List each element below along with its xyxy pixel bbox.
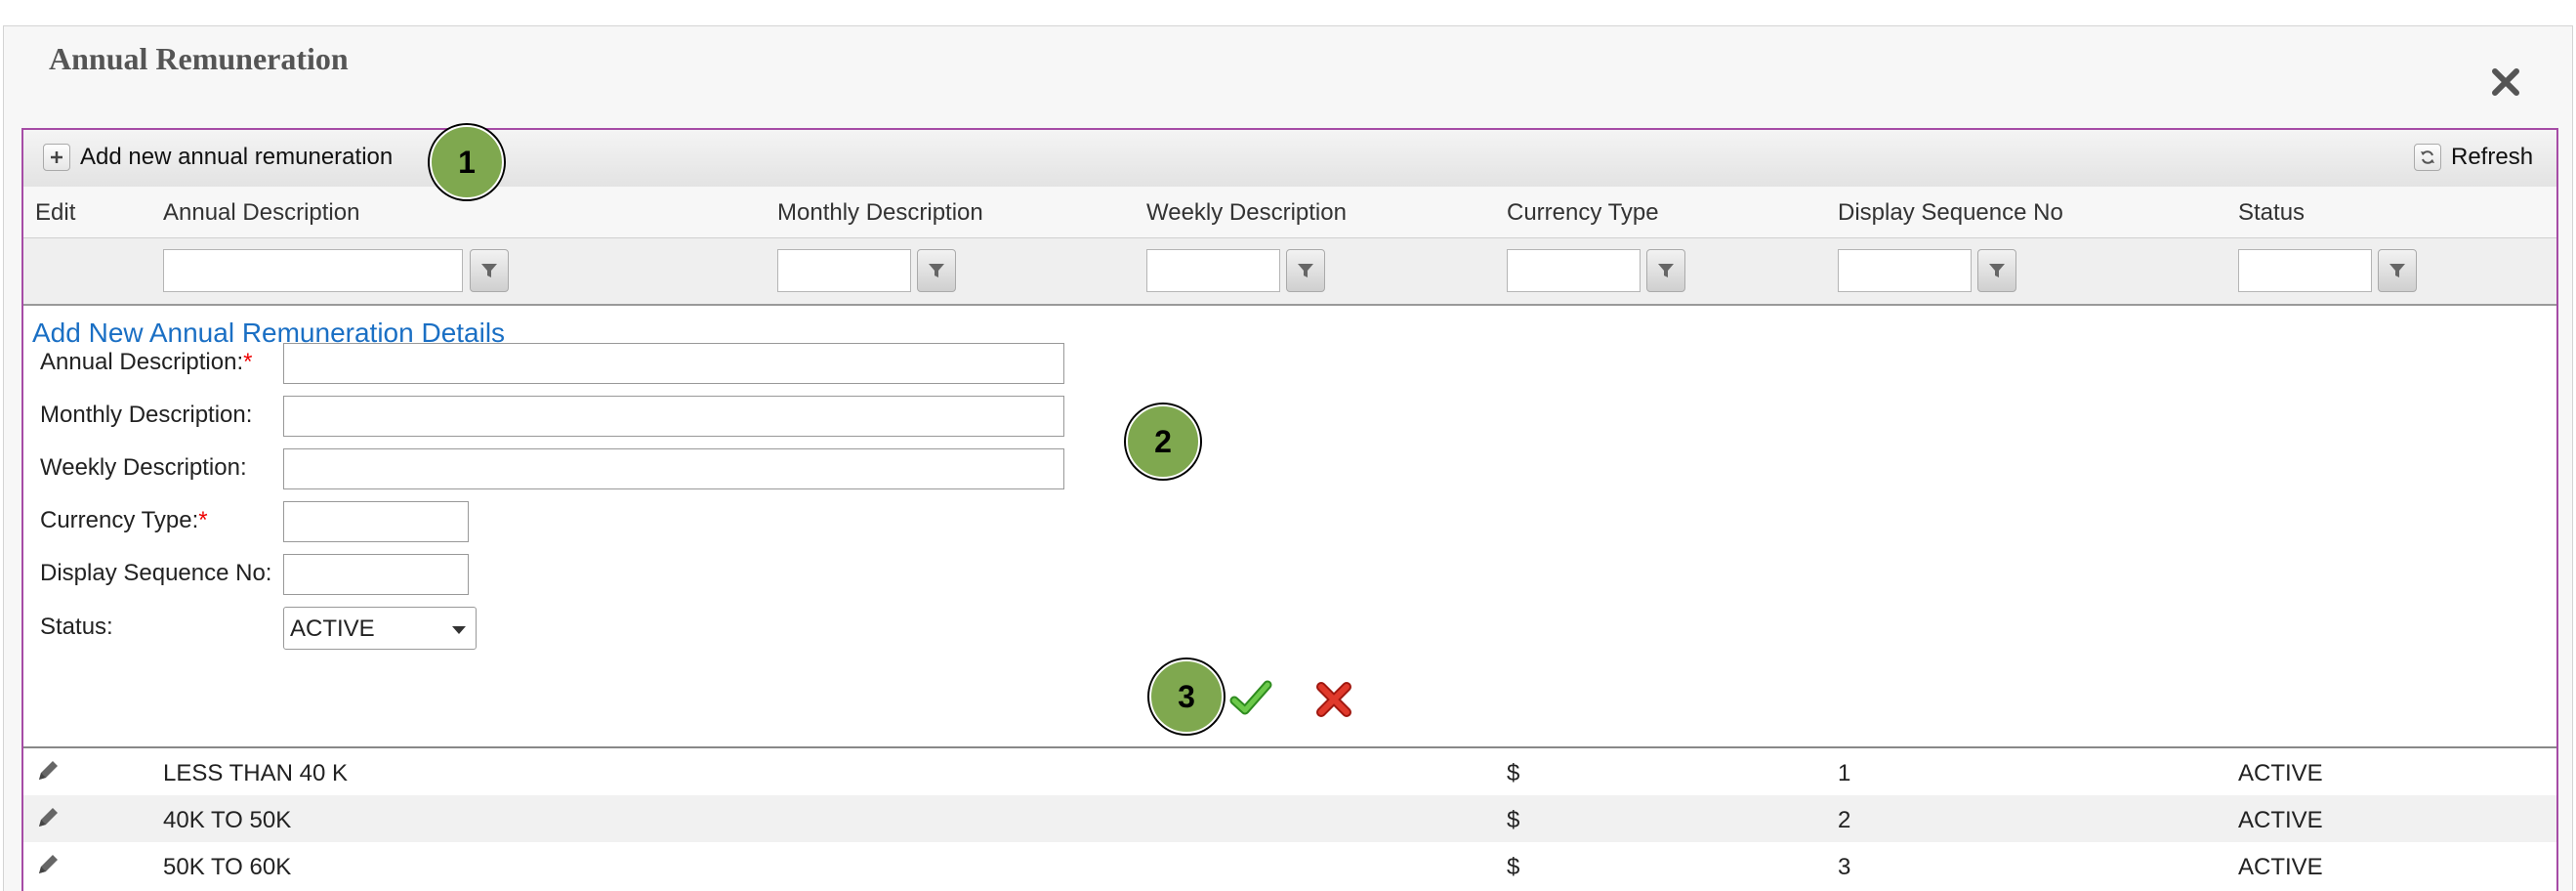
- required-mark: *: [198, 507, 208, 533]
- status-cell: ACTIVE: [2238, 760, 2323, 786]
- filter-icon: [1989, 264, 2005, 277]
- weekly-description-input[interactable]: [283, 448, 1064, 489]
- filter-icon: [929, 264, 944, 277]
- refresh-label: Refresh: [2451, 144, 2534, 170]
- column-header-currency-type[interactable]: Currency Type: [1507, 199, 1659, 227]
- monthly-description-filter-input[interactable]: [777, 249, 911, 292]
- annotation-badge-1: 1: [430, 125, 504, 199]
- annual-description-label: Annual Description:*: [40, 349, 253, 375]
- column-header-annual-description[interactable]: Annual Description: [163, 199, 359, 227]
- status-filter-button[interactable]: [2378, 249, 2417, 292]
- monthly-description-input[interactable]: [283, 396, 1064, 437]
- status-selected-value: ACTIVE: [290, 615, 375, 642]
- filter-icon: [481, 264, 497, 277]
- table-row[interactable]: LESS THAN 40 K $ 1 ACTIVE: [23, 748, 2556, 795]
- annual-description-cell: 40K TO 50K: [163, 807, 292, 833]
- currency-type-input[interactable]: [283, 501, 469, 542]
- currency-type-filter-button[interactable]: [1646, 249, 1685, 292]
- annual-description-cell: LESS THAN 40 K: [163, 760, 348, 786]
- refresh-icon: [2414, 144, 2441, 171]
- annotation-badge-3: 3: [1149, 659, 1224, 734]
- display-sequence-input[interactable]: [283, 554, 469, 595]
- display-sequence-cell: 2: [1838, 807, 1851, 833]
- chevron-down-icon: [452, 626, 466, 634]
- edit-pencil-icon[interactable]: [35, 758, 61, 790]
- edit-pencil-icon[interactable]: [35, 805, 61, 837]
- dialog-title: Annual Remuneration: [49, 41, 349, 76]
- filter-icon: [1298, 264, 1313, 277]
- refresh-button[interactable]: Refresh: [2414, 144, 2533, 171]
- filter-icon: [1658, 264, 1674, 277]
- status-cell: ACTIVE: [2238, 854, 2323, 880]
- column-header-edit[interactable]: Edit: [35, 199, 75, 227]
- column-header-status[interactable]: Status: [2238, 199, 2305, 227]
- close-icon[interactable]: [2486, 63, 2525, 102]
- currency-type-cell: $: [1507, 854, 1520, 880]
- display-sequence-filter-button[interactable]: [1977, 249, 2016, 292]
- add-new-label: Add new annual remuneration: [80, 144, 394, 170]
- plus-icon: [43, 144, 70, 171]
- currency-type-filter-input[interactable]: [1507, 249, 1641, 292]
- display-sequence-cell: 3: [1838, 854, 1851, 880]
- table-row[interactable]: 40K TO 50K $ 2 ACTIVE: [23, 795, 2556, 842]
- column-header-row: Edit Annual Description Monthly Descript…: [23, 187, 2556, 238]
- table-row[interactable]: 50K TO 60K $ 3 ACTIVE: [23, 842, 2556, 889]
- grid-toolbar: Add new annual remuneration Refresh: [23, 130, 2556, 188]
- weekly-description-filter-button[interactable]: [1286, 249, 1325, 292]
- checkmark-icon: [1229, 680, 1272, 715]
- save-button[interactable]: [1229, 679, 1272, 723]
- display-sequence-label: Display Sequence No:: [40, 560, 272, 586]
- column-header-monthly-description[interactable]: Monthly Description: [777, 199, 983, 227]
- annual-description-filter-input[interactable]: [163, 249, 463, 292]
- edit-pencil-icon[interactable]: [35, 852, 61, 884]
- cancel-button[interactable]: [1315, 681, 1352, 723]
- status-select[interactable]: ACTIVE: [283, 607, 477, 650]
- add-form-panel: Add New Annual Remuneration Details Annu…: [23, 306, 2556, 748]
- status-label: Status:: [40, 614, 113, 640]
- annual-description-cell: 50K TO 60K: [163, 854, 292, 880]
- required-mark: *: [243, 349, 253, 375]
- currency-type-cell: $: [1507, 807, 1520, 833]
- column-header-display-sequence-no[interactable]: Display Sequence No: [1838, 199, 2063, 227]
- weekly-description-label: Weekly Description:: [40, 454, 247, 481]
- status-cell: ACTIVE: [2238, 807, 2323, 833]
- add-new-annual-remuneration-button[interactable]: Add new annual remuneration: [43, 144, 393, 171]
- filter-icon: [2389, 264, 2405, 277]
- currency-type-cell: $: [1507, 760, 1520, 786]
- weekly-description-filter-input[interactable]: [1146, 249, 1280, 292]
- remuneration-grid: Add new annual remuneration Refresh Edit…: [21, 128, 2558, 891]
- column-header-weekly-description[interactable]: Weekly Description: [1146, 199, 1347, 227]
- status-filter-input[interactable]: [2238, 249, 2372, 292]
- display-sequence-cell: 1: [1838, 760, 1851, 786]
- monthly-description-label: Monthly Description:: [40, 402, 253, 428]
- annual-description-filter-button[interactable]: [470, 249, 509, 292]
- monthly-description-filter-button[interactable]: [917, 249, 956, 292]
- filter-row: [23, 238, 2556, 306]
- display-sequence-filter-input[interactable]: [1838, 249, 1972, 292]
- annual-description-input[interactable]: [283, 343, 1064, 384]
- cancel-x-icon: [1316, 682, 1351, 717]
- currency-type-label: Currency Type:*: [40, 507, 208, 533]
- annotation-badge-2: 2: [1126, 404, 1200, 479]
